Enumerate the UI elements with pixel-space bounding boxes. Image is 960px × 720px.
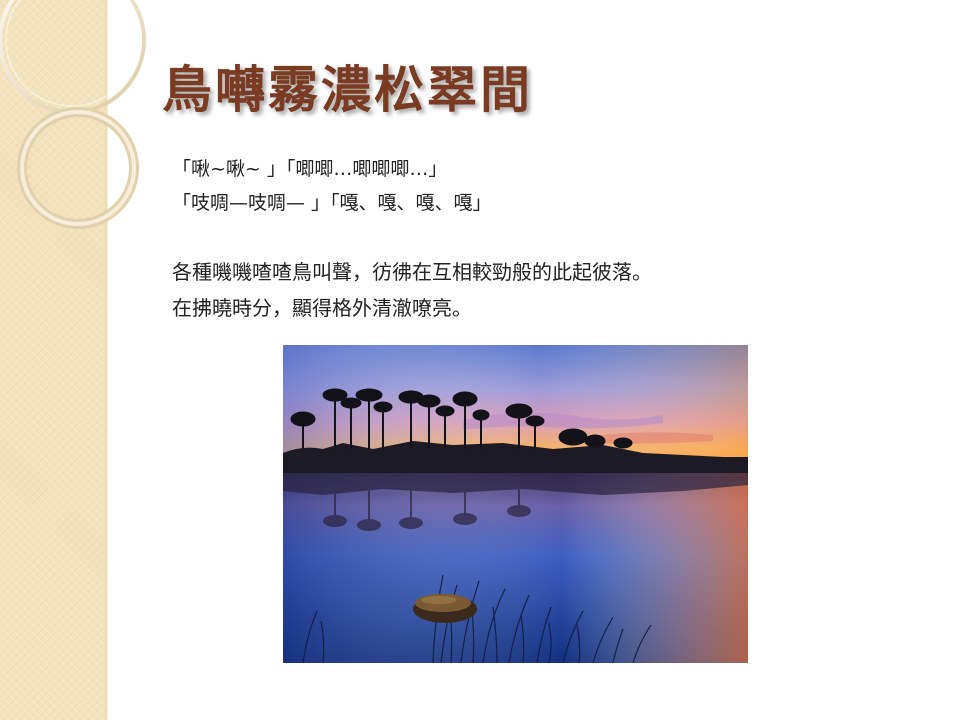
sunset-lake-image [283,345,748,663]
description-line-2: 在拂曉時分，顯得格外清澈嘹亮。 [172,296,472,320]
bird-sounds: 「啾~啾~ 」「唧唧…唧唧唧…」 「吱啁—吱啁— 」「嘎、嘎、嘎、嘎」 [172,152,492,220]
slide-title: 鳥囀霧濃松翠間 [162,60,533,119]
ring-decoration-icon [0,0,146,229]
sunset-lake-photo [283,345,748,663]
description-line-1: 各種嘰嘰喳喳鳥叫聲，彷彿在互相較勁般的此起彼落。 [172,260,652,284]
bird-sound-line-1: 「啾~啾~ 」「唧唧…唧唧唧…」 [172,158,448,180]
slide: 鳥囀霧濃松翠間 「啾~啾~ 」「唧唧…唧唧唧…」 「吱啁—吱啁— 」「嘎、嘎、嘎… [0,0,960,720]
description: 各種嘰嘰喳喳鳥叫聲，彷彿在互相較勁般的此起彼落。 在拂曉時分，顯得格外清澈嘹亮。 [172,254,652,326]
bird-sound-line-2: 「吱啁—吱啁— 」「嘎、嘎、嘎、嘎」 [172,192,492,214]
